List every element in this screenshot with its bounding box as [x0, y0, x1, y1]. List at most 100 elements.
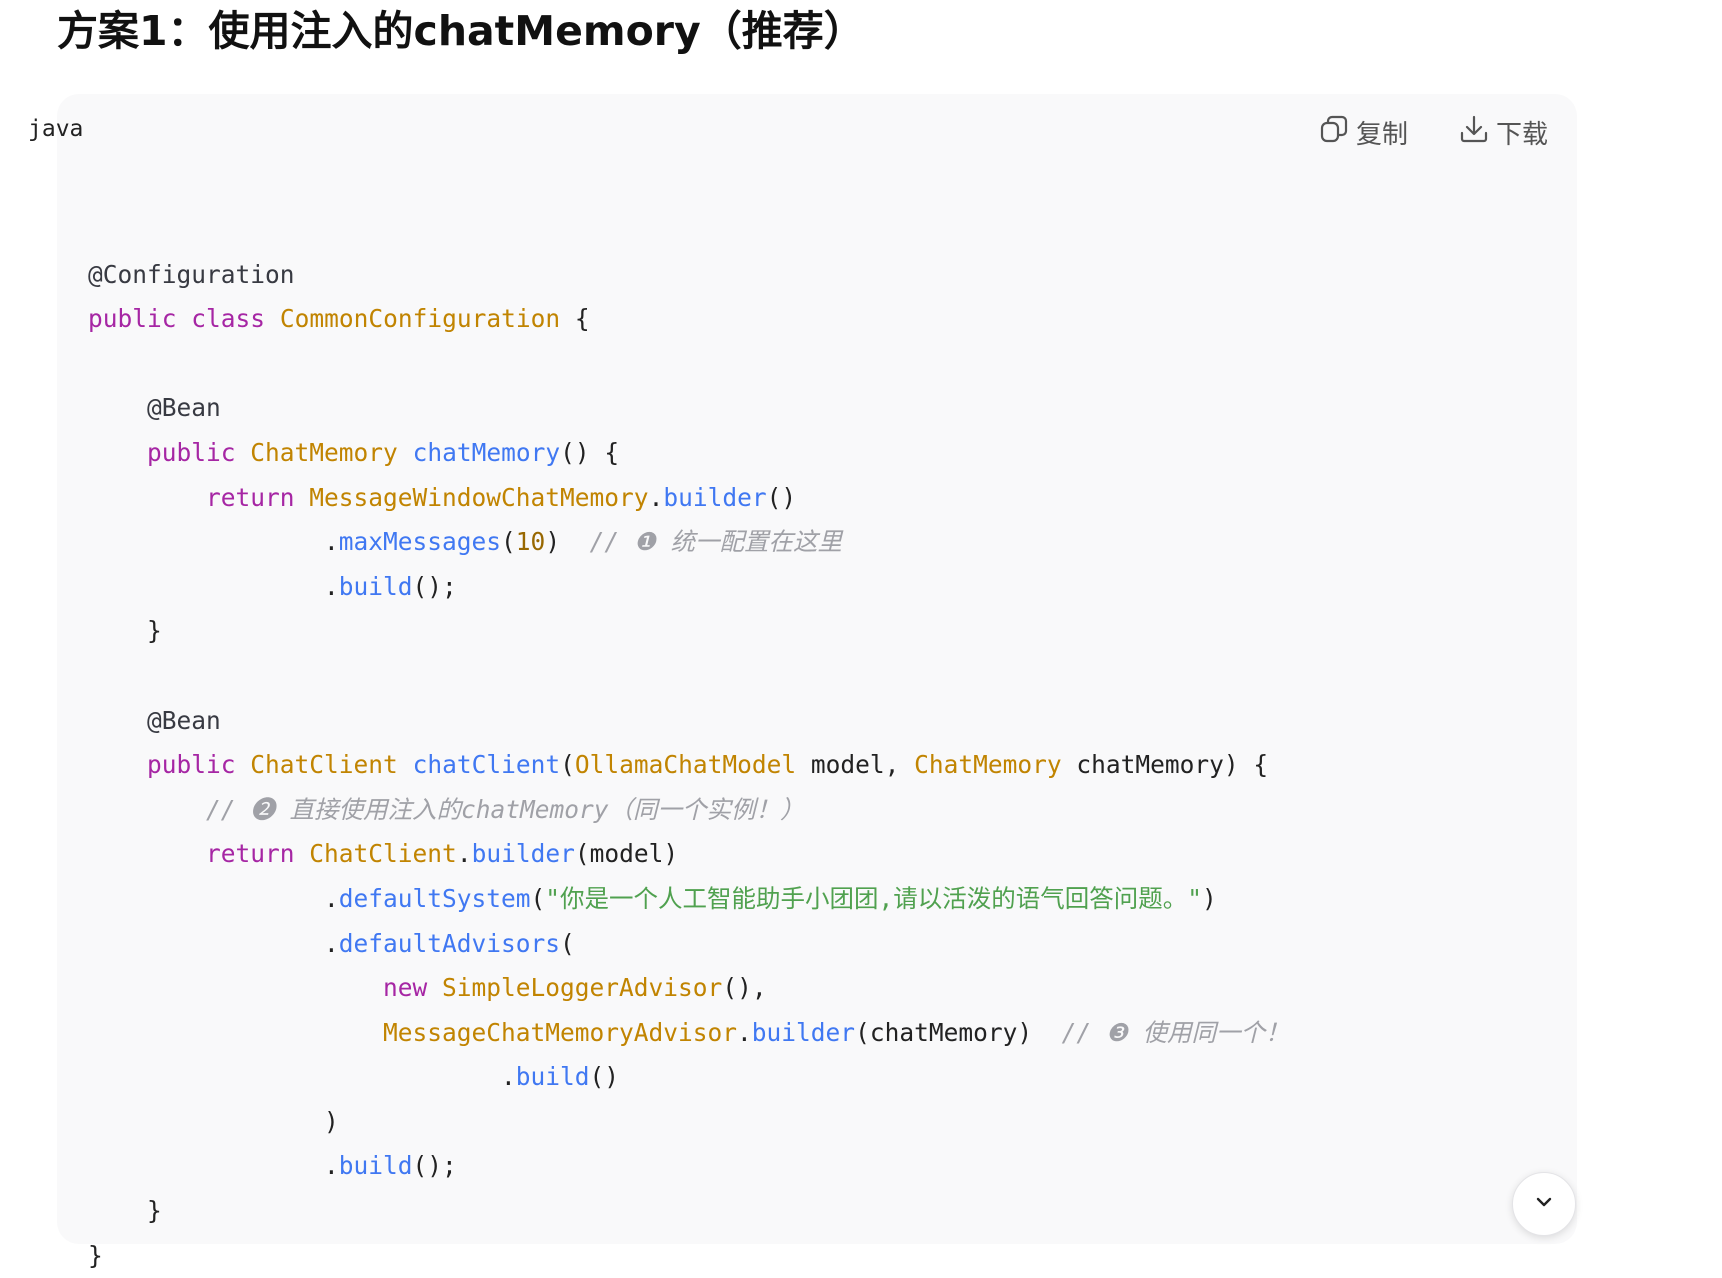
code-token: MessageWindowChatMemory — [309, 482, 649, 512]
code-line: @Bean — [88, 386, 1290, 431]
code-line: .defaultSystem("你是一个人工智能助手小团团,请以活泼的语气回答问… — [88, 877, 1290, 922]
code-token: (); — [412, 1151, 457, 1181]
code-token: 10 — [515, 527, 546, 557]
code-token: chatMemory — [412, 437, 561, 467]
code-token: } — [88, 1240, 103, 1270]
code-token: (model) — [574, 839, 679, 869]
scroll-down-button[interactable] — [1512, 1172, 1576, 1236]
code-line: .build() — [88, 1055, 1290, 1100]
code-token: OllamaChatModel — [574, 750, 797, 780]
code-token: model, — [796, 750, 915, 780]
code-line: new SimpleLoggerAdvisor(), — [88, 966, 1290, 1011]
download-button[interactable]: 下载 — [1458, 112, 1548, 152]
code-line: public class CommonConfiguration { — [88, 297, 1290, 342]
code-token: builder — [751, 1017, 856, 1047]
code-line: public ChatClient chatClient(OllamaChatM… — [88, 743, 1290, 788]
code-token: public — [147, 437, 236, 467]
code-token: (), — [722, 973, 767, 1003]
code-token: ( — [560, 928, 575, 958]
copy-button[interactable]: 复制 — [1318, 112, 1408, 152]
code-content: @Configuration public class CommonConfigu… — [88, 208, 1290, 1278]
code-token: () { — [560, 437, 620, 467]
code-token: ( — [560, 750, 575, 780]
code-token: () — [766, 482, 797, 512]
code-token: chatClient — [412, 750, 561, 780]
code-line: return MessageWindowChatMemory.builder() — [88, 476, 1290, 521]
code-line: return ChatClient.builder(model) — [88, 832, 1290, 877]
code-token: } — [88, 1196, 162, 1226]
code-line: } — [88, 609, 1290, 654]
code-token: maxMessages — [338, 527, 502, 557]
code-line: .defaultAdvisors( — [88, 922, 1290, 967]
code-token: } — [88, 616, 162, 646]
code-token: CommonConfiguration — [279, 304, 561, 334]
download-button-label: 下载 — [1496, 119, 1549, 150]
code-token: ) — [88, 1106, 339, 1136]
code-token: . — [648, 482, 664, 512]
code-token: class — [191, 304, 266, 334]
copy-button-label: 复制 — [1356, 119, 1409, 150]
code-token: MessageChatMemoryAdvisor — [383, 1017, 738, 1047]
code-line: MessageChatMemoryAdvisor.builder(chatMem… — [88, 1011, 1290, 1056]
code-line: .build(); — [88, 565, 1290, 610]
code-token: ChatClient — [250, 750, 398, 780]
code-token: ) — [545, 527, 590, 557]
code-token: ChatMemory — [250, 437, 398, 467]
code-token: // ❸ 使用同一个！ — [1061, 1017, 1290, 1047]
code-token: . — [88, 1062, 516, 1092]
code-token: @Bean — [147, 705, 221, 735]
code-token: . — [88, 1151, 339, 1181]
code-token: . — [737, 1017, 752, 1047]
code-token: { — [560, 304, 590, 334]
code-token: public — [147, 750, 236, 780]
code-token: build — [338, 571, 413, 601]
code-token: @Bean — [147, 393, 221, 423]
code-token: . — [88, 883, 339, 913]
code-token: ) — [1202, 883, 1217, 913]
code-token: ( — [530, 883, 546, 913]
code-language-label: java — [28, 116, 84, 142]
section-heading: 方案1：使用注入的chatMemory（推荐） — [57, 7, 865, 55]
code-token: . — [88, 571, 339, 601]
copy-icon — [1318, 113, 1350, 152]
download-icon — [1458, 113, 1490, 152]
code-line: // ❷ 直接使用注入的chatMemory（同一个实例！） — [88, 788, 1290, 833]
code-token: "你是一个人工智能助手小团团,请以活泼的语气回答问题。" — [545, 883, 1203, 913]
code-token: @Configuration — [88, 259, 295, 289]
code-token: . — [88, 527, 339, 557]
code-token: // ❷ 直接使用注入的chatMemory（同一个实例！） — [206, 794, 805, 824]
code-token: build — [338, 1151, 413, 1181]
code-line: @Bean — [88, 699, 1290, 744]
code-token: . — [456, 839, 472, 869]
chevron-down-icon — [1532, 1190, 1556, 1218]
code-token: builder — [663, 482, 767, 512]
code-line: .maxMessages(10) // ❶ 统一配置在这里 — [88, 520, 1290, 565]
code-token: defaultAdvisors — [338, 928, 561, 958]
code-token: ChatClient — [309, 839, 457, 869]
code-token: return — [206, 482, 295, 512]
code-line: public ChatMemory chatMemory() { — [88, 431, 1290, 476]
code-token: () — [589, 1062, 620, 1092]
code-token: defaultSystem — [338, 883, 531, 913]
code-token: build — [515, 1062, 590, 1092]
code-token: ( — [501, 527, 516, 557]
